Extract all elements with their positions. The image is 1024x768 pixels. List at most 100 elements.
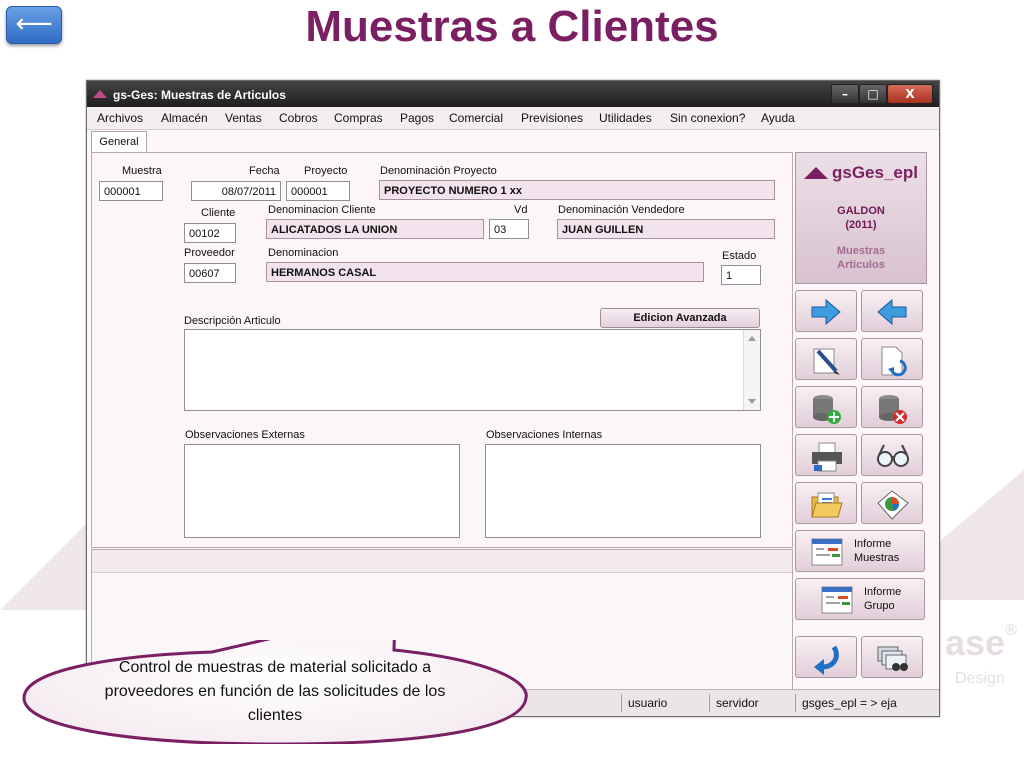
estado-field[interactable]: 1 [721,265,761,285]
menu-cobros[interactable]: Cobros [279,111,318,125]
menu-pagos[interactable]: Pagos [400,111,434,125]
folder-button[interactable] [795,482,857,524]
menu-ayuda[interactable]: Ayuda [761,111,795,125]
obs-internas-textarea[interactable] [485,444,761,538]
estado-label: Estado [722,250,757,262]
obs-internas-label: Observaciones Internas [486,429,603,441]
vd-field[interactable]: 03 [489,219,529,239]
printer-icon [812,442,842,472]
maximize-button[interactable]: □ [859,84,887,104]
denom-cliente-field[interactable]: ALICATADOS LA UNION [266,219,484,239]
maximize-icon: □ [867,87,879,101]
slide-title: Muestras a Clientes [305,2,719,51]
close-icon: X [905,87,915,101]
brand-company: GALDON [837,205,885,217]
informe-muestras-button[interactable]: Informe Muestras [795,530,925,572]
fecha-label: Fecha [249,165,280,177]
close-button[interactable]: X [887,84,933,104]
brand-box: gsGes_epl GALDON (2011) Muestras Articul… [795,152,927,284]
previous-record-button[interactable] [861,290,923,332]
informe-muestras-label: Informe Muestras [854,538,900,564]
add-record-button[interactable] [795,386,857,428]
folder-icon [811,492,843,518]
cliente-label: Cliente [201,207,236,219]
vd-label: Vd [514,204,528,216]
descripcion-label: Descripción Articulo [184,315,281,327]
menu-sin-conexion[interactable]: Sin conexion? [670,111,745,125]
callout-text: Control de muestras de material solicita… [104,659,446,724]
arrow-right-icon [811,298,841,326]
proyecto-label: Proyecto [304,165,348,177]
print-button[interactable] [795,434,857,476]
search-windows-button[interactable] [861,636,923,678]
menu-bar: Archivos Almacén Ventas Cobros Compras P… [87,107,939,130]
menu-comercial[interactable]: Comercial [449,111,503,125]
denom-proyecto-label: Denominación Proyecto [380,165,497,177]
chart-button[interactable] [861,482,923,524]
muestra-label: Muestra [122,165,162,177]
descripcion-textarea[interactable] [184,329,761,411]
menu-utilidades[interactable]: Utilidades [599,111,652,125]
denom-vendedor-field[interactable]: JUAN GUILLEN [557,219,775,239]
status-usuario: usuario [621,694,709,712]
delete-record-button[interactable] [861,386,923,428]
binoculars-icon [877,646,908,671]
menu-ventas[interactable]: Ventas [225,111,262,125]
app-window: gs-Ges: Muestras de Articulos – □ X Arch… [86,80,940,717]
proveedor-field[interactable]: 00607 [184,263,236,283]
watermark-design: Design [955,670,1005,687]
return-button[interactable] [795,636,857,678]
pie-chart-icon [877,490,909,520]
menu-archivos[interactable]: Archivos [97,111,143,125]
report-icon [811,538,843,566]
menu-previsiones[interactable]: Previsiones [521,111,583,125]
general-panel: Muestra 000001 Fecha 08/07/2011 Proyecto… [91,152,793,548]
scroll-up-icon [748,336,756,341]
brand-module-2: Articulos [837,259,885,271]
glasses-icon [877,444,909,467]
status-conexion: gsges_epl = > eja [795,694,935,712]
proveedor-label: Proveedor [184,247,235,259]
informe-grupo-button[interactable]: Informe Grupo [795,578,925,620]
database-delete-icon [879,395,907,424]
undo-document-button[interactable] [861,338,923,380]
app-logo-icon [93,90,107,98]
denom-vendedor-label: Denominación Vendedore [558,204,685,216]
database-add-icon [813,395,841,424]
view-button[interactable] [861,434,923,476]
scroll-down-icon [748,399,756,404]
document-return-icon [881,346,907,377]
tab-general[interactable]: General [91,131,147,154]
brand-year: (2011) [845,219,877,231]
watermark-logo: ase® [945,622,1017,663]
obs-externas-textarea[interactable] [184,444,460,538]
brand-module-1: Muestras [836,245,886,257]
denom-cliente-label: Denominacion Cliente [268,204,376,216]
brand-logo-icon [804,167,828,179]
edit-button[interactable] [795,338,857,380]
curved-arrow-icon [814,645,839,675]
minimize-icon: – [842,87,848,101]
menu-almacen[interactable]: Almacén [161,111,208,125]
informe-grupo-label: Informe Grupo [864,586,902,612]
report-icon [821,586,853,614]
minimize-button[interactable]: – [831,84,859,104]
pen-icon [813,348,840,375]
proyecto-field[interactable]: 000001 [286,181,350,201]
denom-proveedor-field[interactable]: HERMANOS CASAL [266,262,704,282]
menu-compras[interactable]: Compras [334,111,383,125]
denom-proyecto-field[interactable]: PROYECTO NUMERO 1 xx [379,180,775,200]
window-title: gs-Ges: Muestras de Articulos [113,88,286,102]
edicion-avanzada-button[interactable]: Edicion Avanzada [600,308,760,328]
muestra-field[interactable]: 000001 [99,181,163,201]
obs-externas-label: Observaciones Externas [185,429,305,441]
next-record-button[interactable] [795,290,857,332]
arrow-left-icon [877,298,907,326]
cliente-field[interactable]: 00102 [184,223,236,243]
brand-name: gsGes_epl [832,163,918,182]
fecha-field[interactable]: 08/07/2011 [191,181,281,201]
window-titlebar[interactable]: gs-Ges: Muestras de Articulos – □ X [87,81,939,107]
descripcion-scrollbar[interactable] [743,330,760,410]
denom-proveedor-label: Denominacion [268,247,339,259]
status-servidor: servidor [709,694,795,712]
